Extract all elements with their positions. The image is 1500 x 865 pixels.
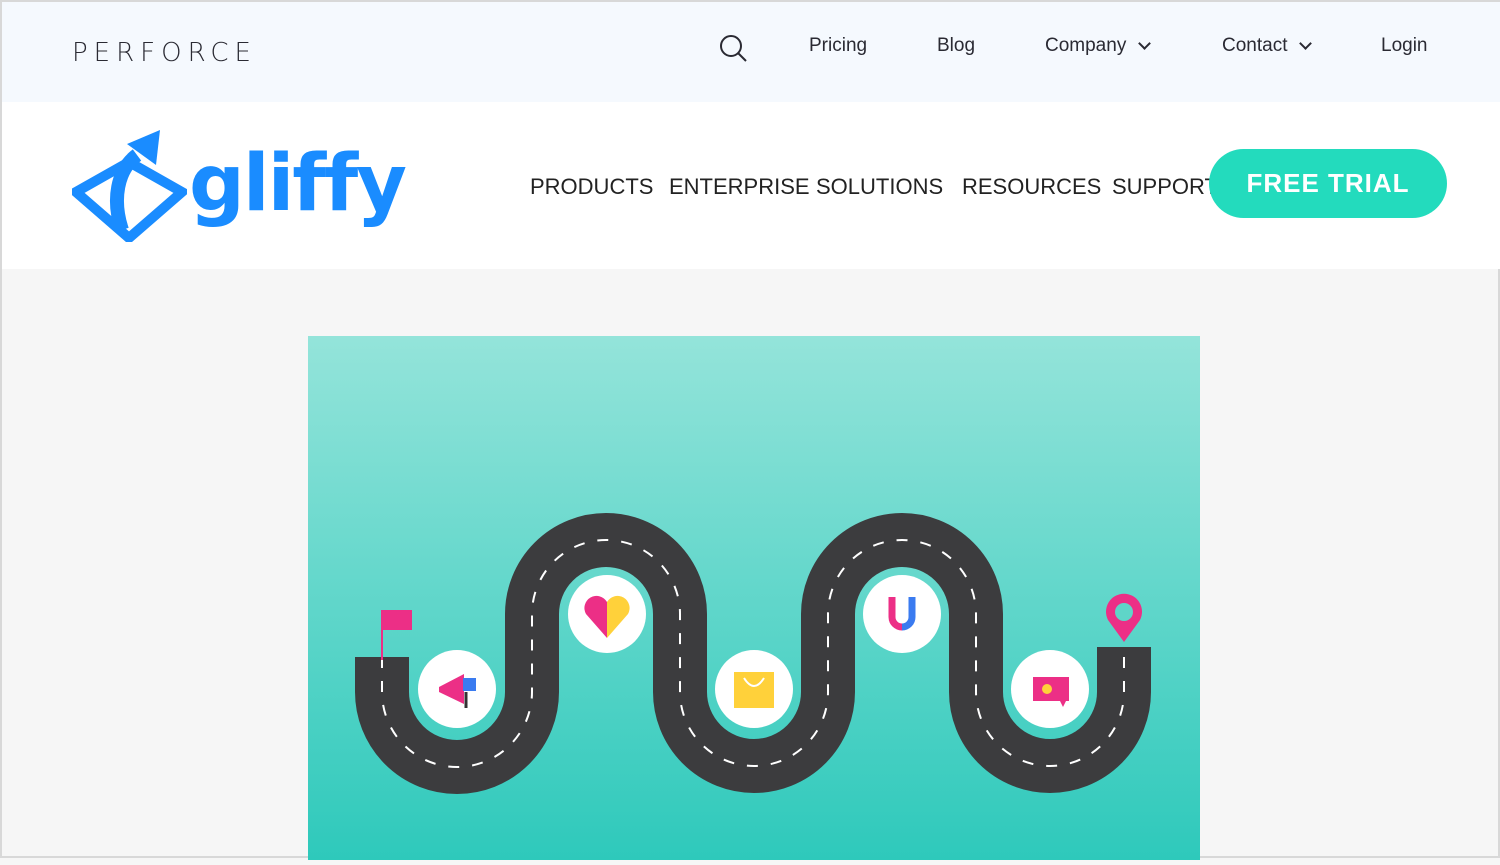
nav-login[interactable]: Login (1381, 35, 1428, 57)
gliffy-logo[interactable]: gliffy (72, 130, 407, 242)
nav-contact-label: Contact (1222, 35, 1288, 56)
nav-products[interactable]: PRODUCTS (530, 174, 653, 200)
nav-company[interactable]: Company (1045, 35, 1152, 57)
top-utility-bar: PERFORCE Pricing Blog Company Contact Lo… (2, 2, 1500, 102)
nav-blog[interactable]: Blog (937, 35, 975, 57)
roadmap-illustration (355, 513, 1151, 794)
nav-resources[interactable]: RESOURCES (962, 174, 1101, 200)
nav-company-label: Company (1045, 35, 1127, 56)
nav-blog-label: Blog (937, 35, 976, 56)
flag-icon (381, 610, 412, 660)
hero-image (308, 336, 1200, 860)
nav-pricing[interactable]: Pricing (809, 35, 867, 57)
nav-pricing-label: Pricing (809, 35, 868, 56)
nav-contact[interactable]: Contact (1222, 35, 1313, 57)
gliffy-logo-text: gliffy (189, 139, 407, 229)
shopping-bag-icon (734, 672, 774, 708)
nav-enterprise[interactable]: ENTERPRISE (669, 174, 810, 200)
chevron-down-icon (1138, 37, 1152, 50)
main-nav: gliffy PRODUCTS ENTERPRISE SOLUTIONS RES… (2, 102, 1500, 269)
chevron-down-icon (1299, 37, 1313, 50)
free-trial-button[interactable]: FREE TRIAL (1209, 149, 1447, 218)
nav-solutions[interactable]: SOLUTIONS (816, 174, 943, 200)
search-icon[interactable] (718, 33, 748, 63)
gliffy-logo-icon (72, 130, 187, 242)
nav-login-label: Login (1381, 35, 1428, 56)
location-pin-icon (1106, 593, 1142, 642)
nav-support[interactable]: SUPPORT (1112, 174, 1218, 200)
perforce-logo[interactable]: PERFORCE (72, 38, 257, 68)
